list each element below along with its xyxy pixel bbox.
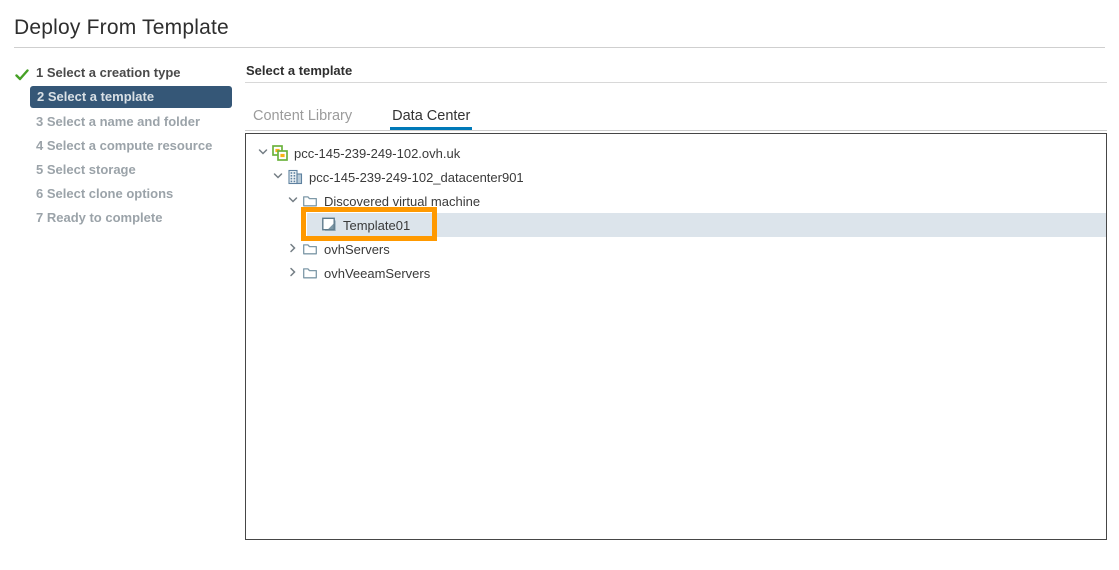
- wizard-step-label: 6 Select clone options: [36, 182, 232, 206]
- tree-node-label: ovhVeeamServers: [324, 266, 430, 281]
- tab-content-library[interactable]: Content Library: [251, 104, 354, 130]
- inventory-tree-panel: pcc-145-239-249-102.ovh.uk pcc-145-239-24…: [245, 133, 1107, 540]
- folder-icon: [302, 193, 318, 209]
- tree-node-label: pcc-145-239-249-102_datacenter901: [309, 170, 524, 185]
- twistie-spacer: [303, 217, 321, 233]
- chevron-down-icon[interactable]: [269, 169, 287, 185]
- wizard-step-3[interactable]: 3 Select a name and folder: [14, 110, 232, 134]
- folder-icon: [302, 265, 318, 281]
- chevron-down-icon: [287, 194, 299, 209]
- wizard-step-6[interactable]: 6 Select clone options: [14, 182, 232, 206]
- chevron-down-icon[interactable]: [254, 145, 272, 161]
- tree-node-label: ovhServers: [324, 242, 390, 257]
- chevron-right-icon[interactable]: [284, 265, 302, 281]
- wizard-step-1[interactable]: 1 Select a creation type: [14, 61, 232, 85]
- wizard-step-label: 5 Select storage: [36, 158, 232, 182]
- wizard-step-4[interactable]: 4 Select a compute resource: [14, 134, 232, 158]
- tree-row-pcc-145-239-249-102-ovh-uk[interactable]: pcc-145-239-249-102.ovh.uk: [246, 141, 1106, 165]
- tree-node-label: Discovered virtual machine: [324, 194, 480, 209]
- datacenter-icon: [287, 169, 303, 185]
- wizard-step-label: 1 Select a creation type: [36, 61, 232, 85]
- page-title: Deploy From Template: [14, 16, 229, 40]
- tree-node-label: Template01: [343, 218, 410, 233]
- section-heading-divider: [245, 82, 1107, 83]
- inventory-tree: pcc-145-239-249-102.ovh.uk pcc-145-239-24…: [246, 134, 1106, 285]
- chevron-down-icon[interactable]: [284, 193, 302, 209]
- folder-icon: [302, 241, 318, 257]
- wizard-step-list: 1 Select a creation type2 Select a templ…: [14, 61, 232, 230]
- template-source-tabs: Content Library Data Center: [245, 104, 1107, 131]
- tree-row-pcc-145-239-249-102-datacenter901[interactable]: pcc-145-239-249-102_datacenter901: [246, 165, 1106, 189]
- section-heading: Select a template: [246, 63, 352, 78]
- chevron-right-icon: [287, 242, 299, 257]
- check-icon: [15, 66, 29, 80]
- chevron-down-icon: [272, 170, 284, 185]
- wizard-step-7[interactable]: 7 Ready to complete: [14, 206, 232, 230]
- wizard-step-label: 7 Ready to complete: [36, 206, 232, 230]
- tree-row-template01[interactable]: Template01: [246, 213, 1106, 237]
- tree-row-ovhveeamservers[interactable]: ovhVeeamServers: [246, 261, 1106, 285]
- tree-row-ovhservers[interactable]: ovhServers: [246, 237, 1106, 261]
- wizard-step-label: 3 Select a name and folder: [36, 110, 232, 134]
- wizard-step-label: 2 Select a template: [30, 86, 232, 108]
- vm-template-icon: [321, 217, 337, 233]
- wizard-step-5[interactable]: 5 Select storage: [14, 158, 232, 182]
- tab-data-center[interactable]: Data Center: [390, 104, 472, 130]
- chevron-right-icon: [287, 266, 299, 281]
- chevron-down-icon: [257, 146, 269, 161]
- wizard-step-2[interactable]: 2 Select a template: [14, 86, 232, 110]
- tree-node-label: pcc-145-239-249-102.ovh.uk: [294, 146, 460, 161]
- chevron-right-icon[interactable]: [284, 241, 302, 257]
- title-divider: [14, 47, 1105, 48]
- vcenter-icon: [272, 145, 288, 161]
- tree-row-discovered-virtual-machine[interactable]: Discovered virtual machine: [246, 189, 1106, 213]
- wizard-step-label: 4 Select a compute resource: [36, 134, 232, 158]
